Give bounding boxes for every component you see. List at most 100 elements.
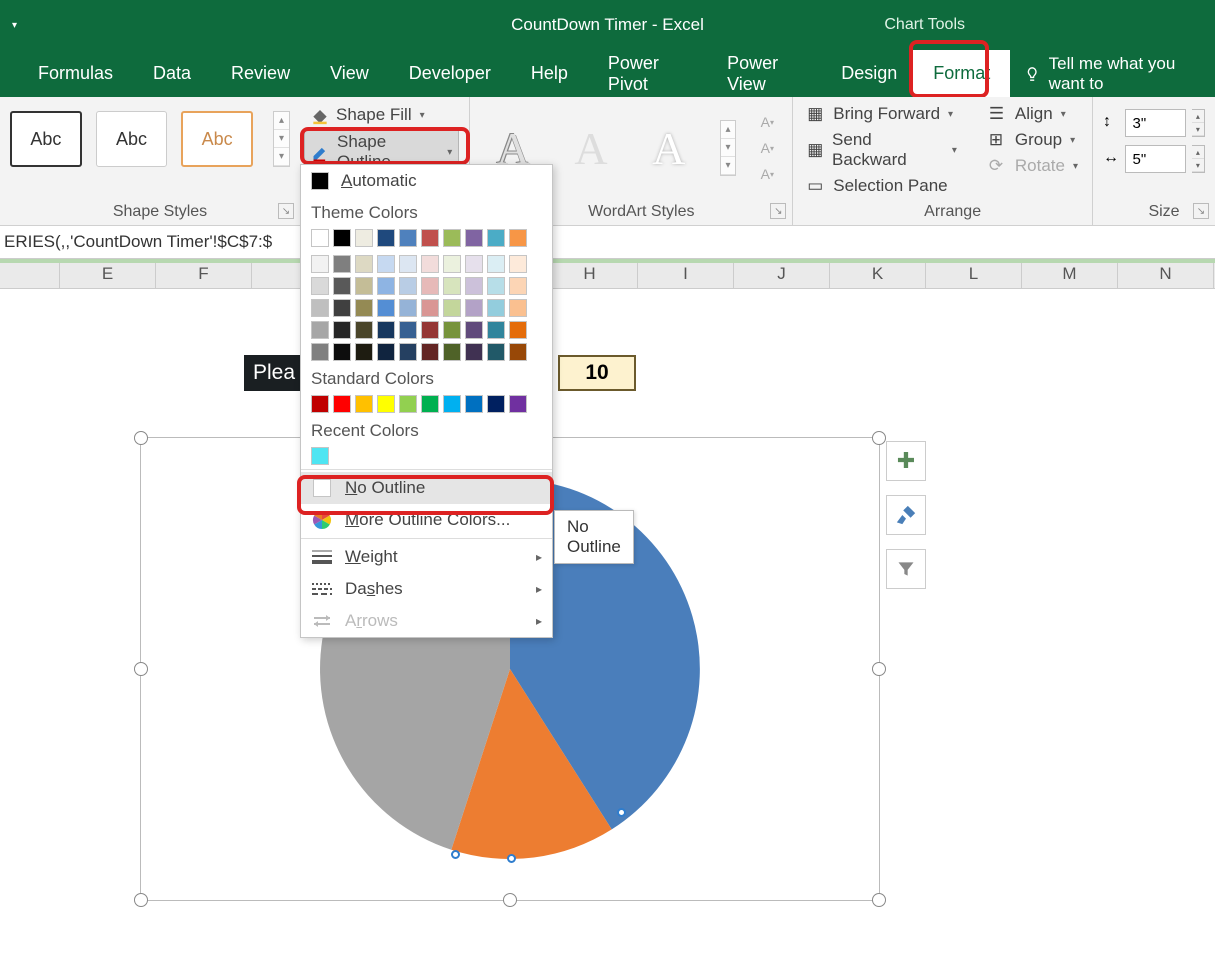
color-swatch[interactable] xyxy=(377,299,395,317)
color-swatch[interactable] xyxy=(377,277,395,295)
height-field[interactable]: ↕ 3" ▴▾ xyxy=(1103,109,1205,137)
color-swatch[interactable] xyxy=(465,343,483,361)
color-swatch[interactable] xyxy=(355,277,373,295)
color-swatch[interactable] xyxy=(333,395,351,413)
color-swatch[interactable] xyxy=(399,277,417,295)
color-swatch[interactable] xyxy=(443,395,461,413)
color-swatch[interactable] xyxy=(399,343,417,361)
color-swatch[interactable] xyxy=(377,229,395,247)
color-swatch[interactable] xyxy=(443,299,461,317)
shape-style-2[interactable]: Abc xyxy=(96,111,168,167)
shape-fill-button[interactable]: Shape Fill▾ xyxy=(304,103,459,127)
color-swatch[interactable] xyxy=(487,299,505,317)
series-select-dot[interactable] xyxy=(507,854,516,863)
color-swatch[interactable] xyxy=(465,255,483,273)
chart-elements-button[interactable]: ✚ xyxy=(886,441,926,481)
color-swatch[interactable] xyxy=(355,321,373,339)
color-swatch[interactable] xyxy=(399,299,417,317)
col-header[interactable]: K xyxy=(830,259,926,288)
color-swatch[interactable] xyxy=(377,395,395,413)
color-swatch[interactable] xyxy=(465,321,483,339)
color-swatch[interactable] xyxy=(465,277,483,295)
color-swatch[interactable] xyxy=(399,395,417,413)
dashes-item[interactable]: Dashes▸ xyxy=(301,573,552,605)
color-swatch[interactable] xyxy=(487,343,505,361)
tab-data[interactable]: Data xyxy=(133,50,211,97)
col-header[interactable]: J xyxy=(734,259,830,288)
align-button[interactable]: ☰Align▾ xyxy=(985,103,1082,125)
color-swatch[interactable] xyxy=(443,255,461,273)
text-fill-button[interactable]: A▾ xyxy=(752,111,782,133)
color-swatch[interactable] xyxy=(421,321,439,339)
tab-developer[interactable]: Developer xyxy=(389,50,511,97)
color-swatch[interactable] xyxy=(355,343,373,361)
color-swatch[interactable] xyxy=(421,395,439,413)
series-select-dot[interactable] xyxy=(617,808,626,817)
resize-handle[interactable] xyxy=(134,893,148,907)
col-header[interactable]: L xyxy=(926,259,1022,288)
color-swatch[interactable] xyxy=(333,321,351,339)
tab-help[interactable]: Help xyxy=(511,50,588,97)
color-swatch[interactable] xyxy=(509,321,527,339)
tab-view[interactable]: View xyxy=(310,50,389,97)
color-swatch[interactable] xyxy=(443,321,461,339)
resize-handle[interactable] xyxy=(503,893,517,907)
color-swatch[interactable] xyxy=(355,299,373,317)
col-header[interactable]: M xyxy=(1022,259,1118,288)
color-swatch[interactable] xyxy=(377,343,395,361)
tab-formulas[interactable]: Formulas xyxy=(18,50,133,97)
width-spinner[interactable]: ▴▾ xyxy=(1192,145,1205,173)
color-swatch[interactable] xyxy=(509,229,527,247)
color-swatch[interactable] xyxy=(311,229,329,247)
color-swatch[interactable] xyxy=(465,229,483,247)
wordart-gallery-scroll[interactable]: ▴▾▾ xyxy=(720,120,737,176)
worksheet-area[interactable]: Plea 10 ✚ xyxy=(0,289,1215,959)
color-swatch[interactable] xyxy=(399,229,417,247)
color-swatch[interactable] xyxy=(333,277,351,295)
color-swatch[interactable] xyxy=(487,277,505,295)
weight-item[interactable]: Weight▸ xyxy=(301,541,552,573)
color-swatch[interactable] xyxy=(421,255,439,273)
dialog-launcher-wordart[interactable]: ↘ xyxy=(770,203,786,219)
col-header[interactable]: N xyxy=(1118,259,1214,288)
series-select-dot[interactable] xyxy=(451,850,460,859)
bring-forward-button[interactable]: ▦Bring Forward▾ xyxy=(803,103,961,125)
color-swatch[interactable] xyxy=(509,395,527,413)
text-effects-button[interactable]: A▾ xyxy=(752,163,782,185)
color-swatch[interactable] xyxy=(311,255,329,273)
col-header[interactable]: H xyxy=(542,259,638,288)
shape-style-3[interactable]: Abc xyxy=(181,111,253,167)
color-swatch[interactable] xyxy=(333,229,351,247)
color-swatch[interactable] xyxy=(487,321,505,339)
color-swatch[interactable] xyxy=(311,299,329,317)
text-outline-button[interactable]: A▾ xyxy=(752,137,782,159)
color-swatch[interactable] xyxy=(487,255,505,273)
color-swatch[interactable] xyxy=(355,229,373,247)
tell-me-search[interactable]: Tell me what you want to xyxy=(1010,50,1215,97)
resize-handle[interactable] xyxy=(134,431,148,445)
col-header[interactable]: F xyxy=(156,259,252,288)
color-swatch[interactable] xyxy=(399,321,417,339)
tab-power-view[interactable]: Power View xyxy=(707,50,825,97)
width-field[interactable]: ↔ 5" ▴▾ xyxy=(1103,145,1205,173)
color-swatch[interactable] xyxy=(377,321,395,339)
resize-handle[interactable] xyxy=(872,662,886,676)
no-outline-item[interactable]: No Outline xyxy=(301,472,552,504)
color-swatch[interactable] xyxy=(443,229,461,247)
send-backward-button[interactable]: ▦Send Backward▾ xyxy=(803,129,961,171)
chart-styles-button[interactable] xyxy=(886,495,926,535)
color-swatch[interactable] xyxy=(311,395,329,413)
qat-dropdown-icon[interactable]: ▾ xyxy=(12,20,17,31)
color-swatch[interactable] xyxy=(443,277,461,295)
color-swatch[interactable] xyxy=(509,277,527,295)
dialog-launcher-shape-styles[interactable]: ↘ xyxy=(278,203,294,219)
resize-handle[interactable] xyxy=(134,662,148,676)
height-spinner[interactable]: ▴▾ xyxy=(1192,109,1205,137)
shape-style-1[interactable]: Abc xyxy=(10,111,82,167)
color-swatch[interactable] xyxy=(509,299,527,317)
color-swatch[interactable] xyxy=(377,255,395,273)
width-input[interactable]: 5" xyxy=(1125,145,1185,173)
automatic-color-item[interactable]: AAutomaticutomatic xyxy=(301,165,552,197)
color-swatch[interactable] xyxy=(355,395,373,413)
color-swatch[interactable] xyxy=(487,395,505,413)
